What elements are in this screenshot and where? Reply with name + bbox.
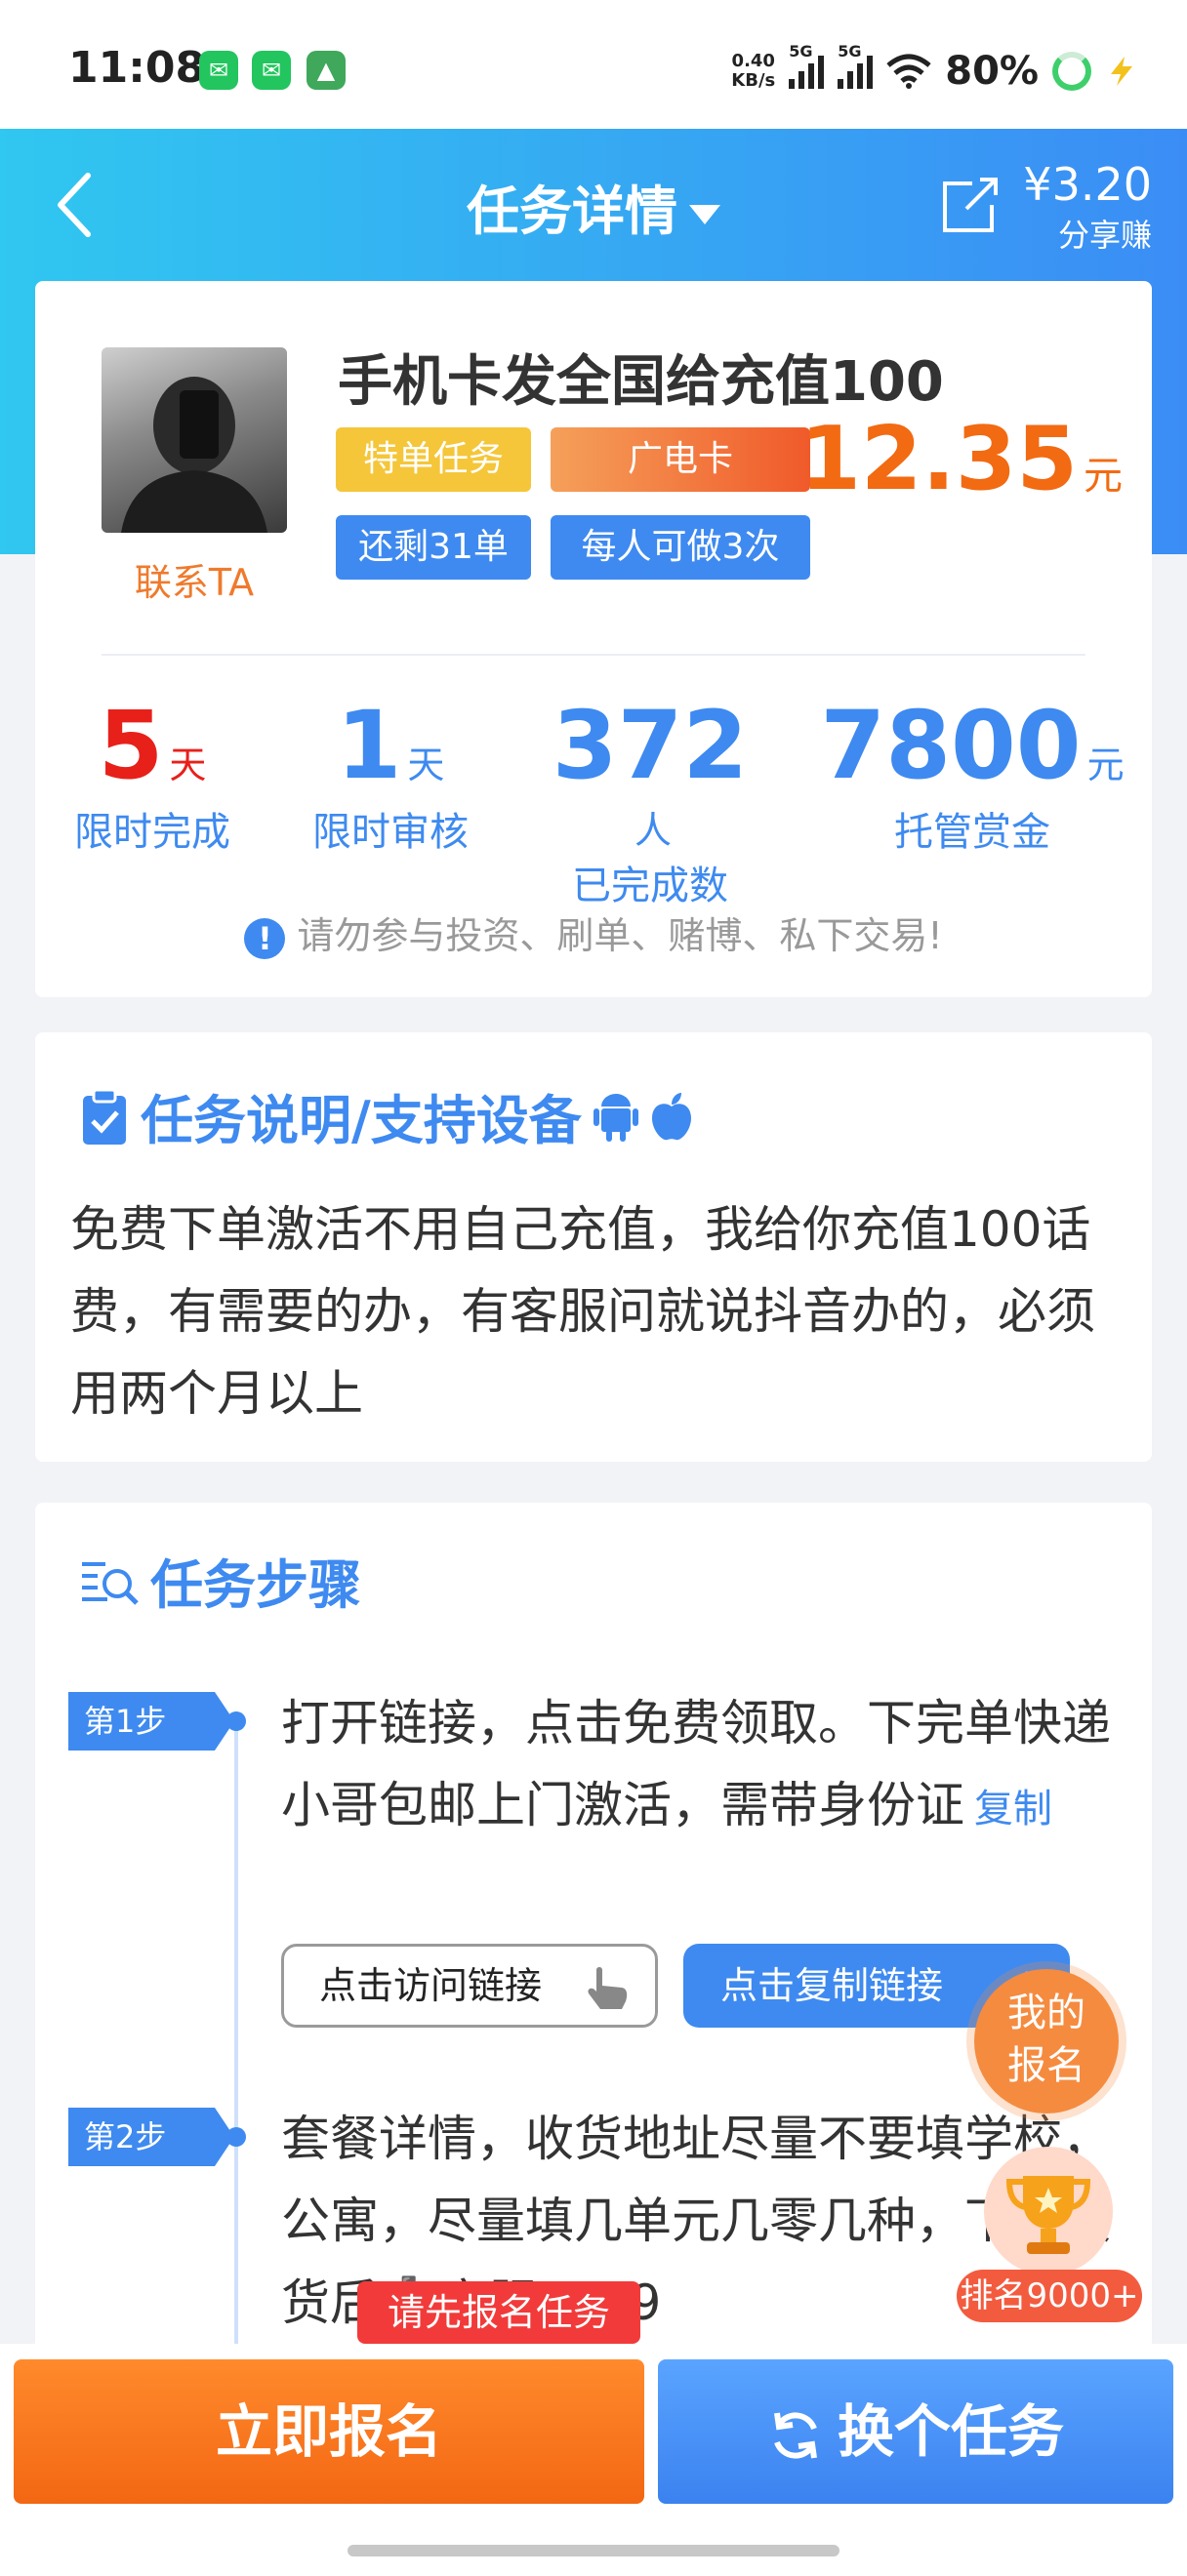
stat-value: 372 bbox=[552, 691, 749, 800]
app-notification-icon: ▲ bbox=[307, 51, 346, 90]
copy-link[interactable]: 复制 bbox=[974, 1787, 1052, 1831]
warning-notice: ! 请勿参与投资、刷单、赌博、私下交易! bbox=[35, 906, 1152, 959]
stat-unit: 人 bbox=[634, 809, 672, 852]
network-speed: 0.40 KB/s bbox=[731, 52, 775, 91]
stat-unit: 天 bbox=[407, 744, 445, 786]
refresh-icon bbox=[774, 2412, 817, 2459]
price-unit: 元 bbox=[1084, 454, 1123, 499]
step-badge: 第1步 bbox=[68, 1692, 234, 1751]
switch-task-label: 换个任务 bbox=[837, 2398, 1064, 2465]
bottom-action-bar: 立即报名 换个任务 bbox=[0, 2344, 1187, 2576]
ranking-button[interactable]: 排名9000+ bbox=[957, 2147, 1142, 2322]
tag-limit: 每人可做3次 bbox=[551, 515, 810, 580]
exclamation-icon: ! bbox=[244, 917, 286, 959]
stat-label: 托管赏金 bbox=[894, 810, 1050, 855]
battery-percent: 80% bbox=[945, 49, 1039, 94]
wechat-icon: ✉ bbox=[252, 51, 291, 90]
stat-label: 限时审核 bbox=[312, 810, 469, 855]
price-value: 12.35 bbox=[799, 408, 1078, 510]
warning-text: 请勿参与投资、刷单、赌博、私下交易! bbox=[297, 914, 943, 957]
tag-remaining: 还剩31单 bbox=[336, 515, 531, 580]
status-right: 0.40 KB/s 5G 5G 80% bbox=[731, 42, 1138, 96]
battery-icon bbox=[1052, 52, 1091, 91]
speed-unit: KB/s bbox=[731, 70, 776, 91]
avatar[interactable] bbox=[102, 347, 287, 533]
description-text: 免费下单激活不用自己充值，我给你充值100话费，有需要的办，有客服问就说抖音办的… bbox=[70, 1201, 1095, 1422]
charging-icon bbox=[1111, 57, 1132, 86]
rank-label: 排名9000+ bbox=[957, 2270, 1142, 2322]
chevron-down-icon bbox=[689, 205, 720, 225]
share-icon bbox=[943, 178, 998, 232]
task-summary-card: 联系TA 手机卡发全国给充值100 特单任务 广电卡 还剩31单 每人可做3次 … bbox=[35, 281, 1152, 997]
stat-value: 1 bbox=[336, 691, 402, 800]
section-title-steps: 任务步骤 bbox=[80, 1542, 361, 1619]
task-description-card: 任务说明/支持设备 免费下单激活不用自己充值，我给你充值100话费，有需要的办，… bbox=[35, 1032, 1152, 1462]
share-amount: ¥3.20 bbox=[1023, 158, 1152, 211]
android-icon bbox=[593, 1093, 638, 1142]
section-title-text: 任务步骤 bbox=[150, 1554, 361, 1616]
task-price: 12.35 元 bbox=[799, 408, 1123, 510]
status-time: 11:08 bbox=[68, 43, 206, 93]
step-badge: 第2步 bbox=[68, 2108, 234, 2166]
stat-label: 已完成数 bbox=[572, 864, 728, 908]
stat-value: 7800 bbox=[820, 691, 1082, 800]
switch-task-button[interactable]: 换个任务 bbox=[658, 2359, 1173, 2504]
stat-label: 限时完成 bbox=[74, 810, 230, 855]
signal-icon: 5G bbox=[789, 42, 825, 89]
share-label: 分享赚 bbox=[1057, 217, 1152, 254]
status-bar: 11:08 ✉ ✉ ▲ 0.40 KB/s 5G 5G 80% bbox=[0, 0, 1187, 129]
page-title-text: 任务详情 bbox=[467, 181, 677, 242]
task-name: 手机卡发全国给充值100 bbox=[338, 350, 944, 414]
stat-escrow: 7800 元 托管赏金 bbox=[816, 691, 1128, 857]
stat-completed: 372 人 已完成数 bbox=[533, 691, 767, 910]
section-title-description: 任务说明/支持设备 bbox=[80, 1077, 693, 1154]
signup-button[interactable]: 立即报名 bbox=[14, 2359, 644, 2504]
stat-unit: 天 bbox=[169, 744, 207, 786]
home-indicator[interactable] bbox=[348, 2545, 839, 2556]
signal-icon: 5G bbox=[838, 42, 874, 89]
share-earn-button[interactable]: ¥3.20 分享赚 bbox=[937, 156, 1152, 254]
my-signup-label: 我的报名 bbox=[1007, 1991, 1085, 2088]
stat-review-limit: 1天 限时审核 bbox=[303, 691, 478, 857]
stat-time-limit: 5天 限时完成 bbox=[64, 691, 240, 857]
timeline-dot bbox=[226, 2127, 246, 2147]
wifi-icon bbox=[886, 54, 931, 89]
step-text: 打开链接，点击免费领取。下完单快递小哥包邮上门激活，需带身份证 复制 bbox=[281, 1682, 1113, 1850]
network-type: 5G bbox=[789, 42, 813, 60]
section-title-text: 任务说明/支持设备 bbox=[141, 1090, 582, 1151]
divider bbox=[102, 654, 1085, 656]
visit-link-label: 点击访问链接 bbox=[319, 1964, 543, 2007]
apple-icon bbox=[651, 1092, 691, 1140]
visit-link-button[interactable]: 点击访问链接 bbox=[281, 1944, 658, 2028]
contact-link[interactable]: 联系TA bbox=[102, 552, 287, 606]
tag-special: 特单任务 bbox=[336, 427, 531, 492]
speed-value: 0.40 bbox=[731, 51, 775, 71]
stat-unit: 元 bbox=[1086, 744, 1125, 786]
clipboard-check-icon bbox=[83, 1088, 126, 1145]
trophy-icon bbox=[984, 2147, 1113, 2275]
tag-card-type: 广电卡 bbox=[551, 427, 810, 492]
timeline-dot bbox=[226, 1711, 246, 1731]
stat-value: 5 bbox=[98, 691, 164, 800]
copy-link-label: 点击复制链接 bbox=[720, 1964, 944, 2007]
signup-tooltip: 请先报名任务 bbox=[357, 2281, 640, 2361]
hand-pointer-icon bbox=[588, 1967, 628, 2009]
my-signup-button[interactable]: 我的报名 bbox=[974, 1969, 1119, 2113]
timeline-line bbox=[234, 1711, 238, 2395]
wechat-icon: ✉ bbox=[199, 51, 238, 90]
list-search-icon bbox=[82, 1561, 139, 1605]
network-type: 5G bbox=[838, 42, 862, 60]
